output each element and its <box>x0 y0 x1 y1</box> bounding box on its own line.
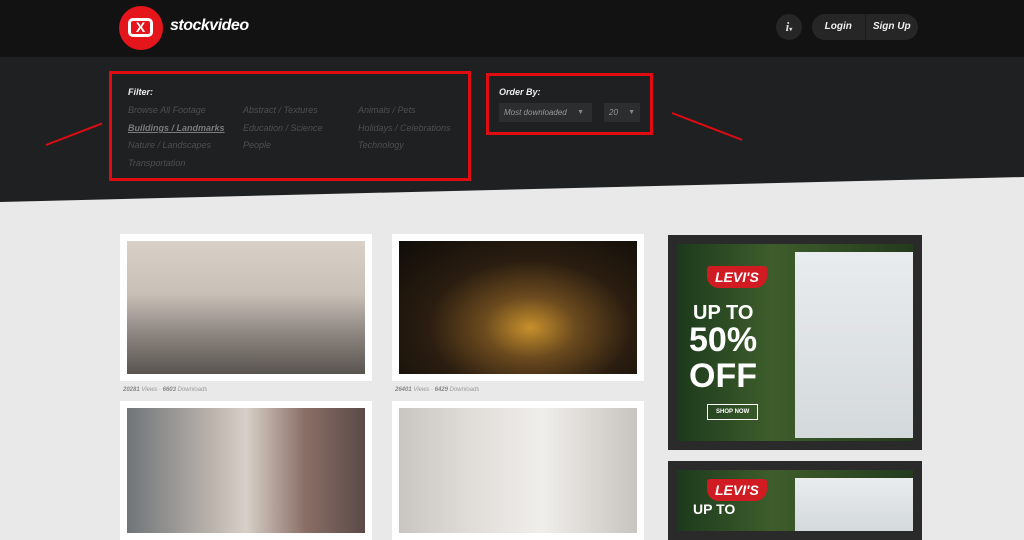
ad-headline: UP TO <box>693 501 736 517</box>
filter-item-browse-all[interactable]: Browse All Footage <box>128 105 206 115</box>
count-value: 20 <box>609 108 618 117</box>
video-card[interactable] <box>392 234 644 381</box>
sort-select[interactable]: Most downloaded ▼ <box>499 103 592 122</box>
filter-item-holidays[interactable]: Holidays / Celebrations <box>358 123 451 133</box>
filter-item-technology[interactable]: Technology <box>358 140 404 150</box>
ad-brand: LEVI'S <box>707 479 767 501</box>
ad-shop-now-button[interactable]: SHOP NOW <box>707 404 759 420</box>
filter-item-people[interactable]: People <box>243 140 271 150</box>
chevron-down-icon: ▼ <box>628 109 635 116</box>
info-menu-button[interactable]: i▾ <box>776 14 802 40</box>
video-card[interactable] <box>120 234 372 381</box>
video-stats: 20281 Views · 6603 Downloads <box>123 387 208 393</box>
ad-brand: LEVI'S <box>707 266 767 288</box>
video-thumbnail[interactable] <box>399 241 637 374</box>
filter-item-nature[interactable]: Nature / Landscapes <box>128 140 211 150</box>
ad-photo <box>795 478 913 531</box>
filter-item-abstract[interactable]: Abstract / Textures <box>243 105 318 115</box>
login-button[interactable]: Login <box>812 14 865 40</box>
signup-button[interactable]: Sign Up <box>864 14 919 40</box>
chevron-down-icon: ▾ <box>789 27 793 33</box>
filter-item-buildings[interactable]: Buildings / Landmarks <box>128 123 225 133</box>
advertisement[interactable]: LEVI'S UP TO <box>668 461 922 540</box>
video-card[interactable] <box>120 401 372 540</box>
filter-item-education[interactable]: Education / Science <box>243 123 323 133</box>
video-thumbnail[interactable] <box>399 408 637 533</box>
ad-photo <box>795 252 913 438</box>
advertisement[interactable]: LEVI'S UP TO 50% OFF SHOP NOW <box>668 235 922 450</box>
top-header: X stockvideo i▾ Login Sign Up <box>0 0 1024 57</box>
filter-item-animals[interactable]: Animals / Pets <box>358 105 416 115</box>
logo-icon[interactable]: X <box>119 6 163 50</box>
video-card[interactable] <box>392 401 644 540</box>
chevron-down-icon: ▼ <box>577 109 584 116</box>
order-label: Order By: <box>499 87 541 97</box>
video-thumbnail[interactable] <box>127 241 365 374</box>
count-select[interactable]: 20 ▼ <box>604 103 640 122</box>
auth-buttons: Login Sign Up <box>812 14 918 40</box>
video-stats: 26401 Views · 6429 Downloads <box>395 387 480 393</box>
sort-value: Most downloaded <box>504 108 567 117</box>
video-thumbnail[interactable] <box>127 408 365 533</box>
ad-discount: 50% OFF <box>689 321 758 395</box>
filter-label: Filter: <box>128 87 154 97</box>
filter-item-transportation[interactable]: Transportation <box>128 158 185 168</box>
logo-text[interactable]: stockvideo <box>170 17 249 35</box>
